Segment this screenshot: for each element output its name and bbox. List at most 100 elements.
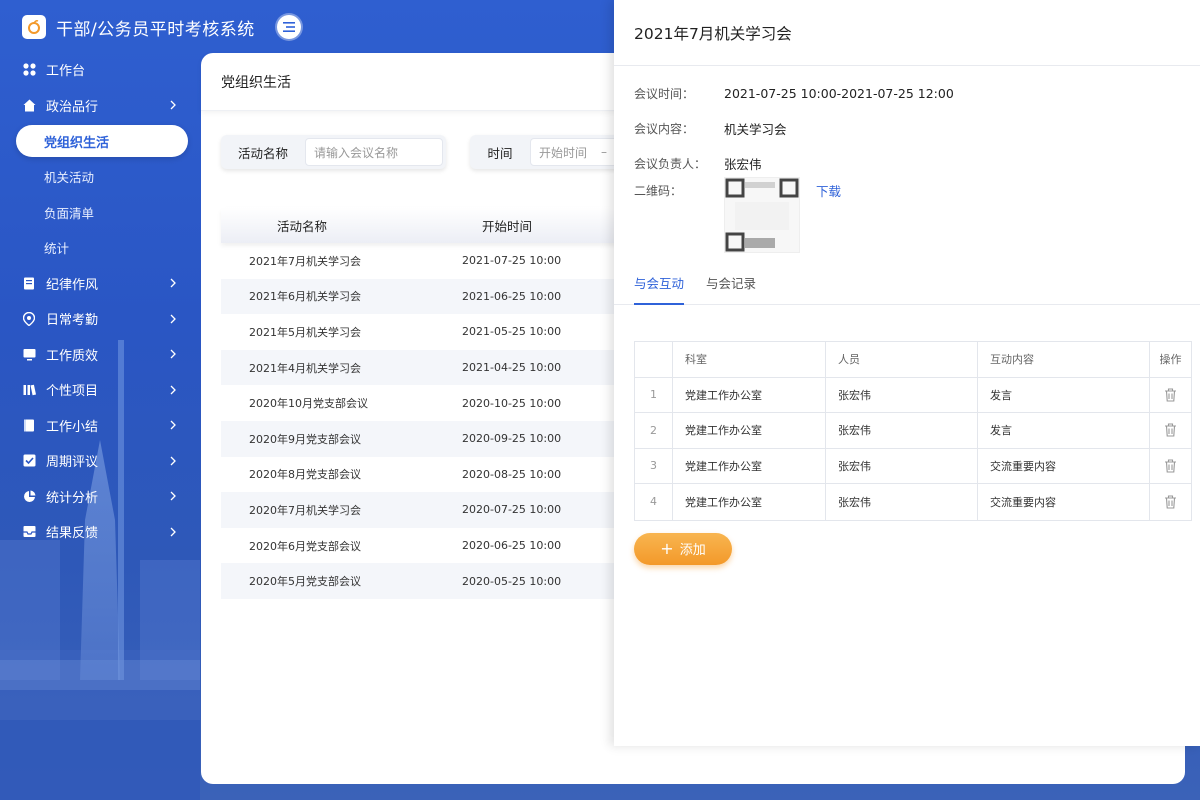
table-row[interactable]: 2020年5月党支部会议 2020-05-25 10:00 <box>221 563 681 599</box>
sidebar-item-label: 机关活动 <box>44 170 95 186</box>
start-time-cell: 2021-06-25 10:00 <box>462 289 562 303</box>
start-time-cell: 2020-07-25 10:00 <box>462 503 562 517</box>
sidebar-item-party-life[interactable]: 党组织生活 <box>16 125 188 157</box>
activity-name-cell: 2020年8月党支部会议 <box>249 468 361 482</box>
tab-meeting-interaction[interactable]: 与会互动 <box>634 271 685 305</box>
table-row[interactable]: 2020年7月机关学习会 2020-07-25 10:00 <box>221 492 681 528</box>
start-time-cell: 2020-09-25 10:00 <box>462 432 562 446</box>
drawer-title: 2021年7月机关学习会 <box>614 0 1200 66</box>
sidebar-item-label: 工作台 <box>46 64 86 80</box>
trash-icon[interactable] <box>1164 459 1177 473</box>
sidebar-item-political[interactable]: 政治品行 <box>0 88 200 124</box>
trash-icon[interactable] <box>1164 495 1177 509</box>
start-time-placeholder: 开始时间 <box>539 145 588 160</box>
meeting-owner-row: 会议负责人： 张宏伟 <box>634 146 1200 181</box>
sidebar-item-personal-project[interactable]: 个性项目 <box>0 372 200 408</box>
table-row[interactable]: 2021年7月机关学习会 2021-07-25 10:00 <box>221 243 681 279</box>
document-icon <box>22 276 36 290</box>
sidebar-item-label: 工作小结 <box>46 419 99 435</box>
sidebar-item-label: 纪律作风 <box>46 277 99 293</box>
tab-meeting-record[interactable]: 与会记录 <box>706 271 756 305</box>
sidebar-item-label: 工作质效 <box>46 348 99 364</box>
column-header-index <box>635 342 673 377</box>
monitor-icon <box>22 347 36 361</box>
chevron-right-icon <box>170 314 176 324</box>
sidebar-item-attendance[interactable]: 日常考勤 <box>0 301 200 337</box>
sidebar-item-label: 个性项目 <box>46 384 99 400</box>
table-row[interactable]: 2021年6月机关学习会 2021-06-25 10:00 <box>221 278 681 315</box>
sidebar: 工作台 政治品行 党组织生活 机关活动 负面清单 统计 纪律作风 日常考勤 工作… <box>0 52 200 550</box>
drawer-tabs: 与会互动 与会记录 <box>614 271 1200 305</box>
grid-icon <box>22 63 36 77</box>
filter-label: 活动名称 <box>237 145 288 161</box>
table-row[interactable]: 2020年10月党支部会议 2020-10-25 10:00 <box>221 385 681 421</box>
sidebar-item-label: 统计 <box>44 241 70 257</box>
chevron-right-icon <box>170 349 176 359</box>
pie-chart-icon <box>22 489 36 503</box>
sidebar-item-result-feedback[interactable]: 结果反馈 <box>0 514 200 550</box>
activity-name-cell: 2020年7月机关学习会 <box>249 503 361 517</box>
table-row[interactable]: 2020年6月党支部会议 2020-06-25 10:00 <box>221 528 681 564</box>
time-separator: – <box>601 145 608 159</box>
start-time-cell: 2021-07-25 10:00 <box>462 254 562 268</box>
start-time-cell: 2020-10-25 10:00 <box>462 396 562 410</box>
meeting-time-row: 会议时间： 2021-07-25 10:00-2021-07-25 12:00 <box>634 76 1200 111</box>
sidebar-item-work-quality[interactable]: 工作质效 <box>0 337 200 373</box>
meeting-info: 会议时间： 2021-07-25 10:00-2021-07-25 12:00 … <box>614 66 1200 271</box>
sidebar-item-workbench[interactable]: 工作台 <box>0 52 200 88</box>
table-row: 4 党建工作办公室 张宏伟 交流重要内容 <box>635 484 1191 520</box>
trash-icon[interactable] <box>1164 423 1177 437</box>
person-cell: 张宏伟 <box>826 484 978 520</box>
action-cell <box>1150 378 1191 413</box>
dept-cell: 党建工作办公室 <box>673 448 826 483</box>
chevron-right-icon <box>170 527 176 537</box>
table-row[interactable]: 2021年4月机关学习会 2021-04-25 10:00 <box>221 349 681 386</box>
interaction-table: 科室 人员 互动内容 操作 1 党建工作办公室 张宏伟 发言 2 党建工作办公室… <box>634 341 1192 521</box>
start-time-cell: 2021-04-25 10:00 <box>462 361 562 375</box>
info-label: 会议时间： <box>634 87 695 101</box>
activity-name-cell: 2020年6月党支部会议 <box>249 539 361 553</box>
location-icon <box>22 311 36 326</box>
sidebar-item-label: 党组织生活 <box>44 135 110 151</box>
dept-cell: 党建工作办公室 <box>673 413 826 448</box>
start-time-cell: 2020-08-25 10:00 <box>462 467 562 481</box>
sidebar-item-label: 负面清单 <box>44 205 95 221</box>
info-label: 会议内容： <box>634 122 695 136</box>
activity-name-cell: 2021年7月机关学习会 <box>249 254 361 268</box>
chevron-right-icon <box>170 100 176 110</box>
chevron-right-icon <box>170 385 176 395</box>
person-cell: 张宏伟 <box>826 413 978 448</box>
table-row[interactable]: 2020年9月党支部会议 2020-09-25 10:00 <box>221 420 681 457</box>
start-time-cell: 2020-06-25 10:00 <box>462 539 562 553</box>
action-cell <box>1150 449 1191 484</box>
column-header-person: 人员 <box>826 342 978 377</box>
chevron-right-icon <box>170 420 176 430</box>
bars-icon <box>22 383 36 397</box>
sidebar-item-agency-activity[interactable]: 机关活动 <box>0 159 200 195</box>
add-interaction-button[interactable]: + 添加 <box>634 532 732 565</box>
download-link[interactable]: 下载 <box>816 181 841 200</box>
info-label: 会议负责人： <box>634 157 707 171</box>
activity-name-input[interactable]: 请输入会议名称 <box>305 138 443 166</box>
sidebar-item-statistics[interactable]: 统计 <box>0 230 200 266</box>
sidebar-item-stat-analysis[interactable]: 统计分析 <box>0 479 200 515</box>
menu-toggle-button[interactable] <box>276 15 301 39</box>
dept-cell: 党建工作办公室 <box>673 484 826 520</box>
start-time-cell: 2021-05-25 10:00 <box>462 325 562 339</box>
home-icon <box>22 98 36 112</box>
sidebar-item-periodic-review[interactable]: 周期评议 <box>0 443 200 479</box>
person-cell: 张宏伟 <box>826 377 978 412</box>
row-index: 1 <box>635 377 673 412</box>
table-row[interactable]: 2021年5月机关学习会 2021-05-25 10:00 <box>221 314 681 350</box>
trash-icon[interactable] <box>1164 388 1177 402</box>
table-row[interactable]: 2020年8月党支部会议 2020-08-25 10:00 <box>221 457 681 493</box>
sidebar-item-negative-list[interactable]: 负面清单 <box>0 195 200 231</box>
activity-table: 活动名称 开始时间 2021年7月机关学习会 2021-07-25 10:00 2… <box>221 207 681 599</box>
table-row: 3 党建工作办公室 张宏伟 交流重要内容 <box>635 448 1191 484</box>
interaction-table-header: 科室 人员 互动内容 操作 <box>635 342 1191 378</box>
sidebar-item-work-summary[interactable]: 工作小结 <box>0 408 200 444</box>
table-body: 2021年7月机关学习会 2021-07-25 10:00 2021年6月机关学习… <box>221 243 681 599</box>
app-logo <box>22 15 46 39</box>
inbox-icon <box>22 525 36 539</box>
sidebar-item-discipline[interactable]: 纪律作风 <box>0 266 200 302</box>
